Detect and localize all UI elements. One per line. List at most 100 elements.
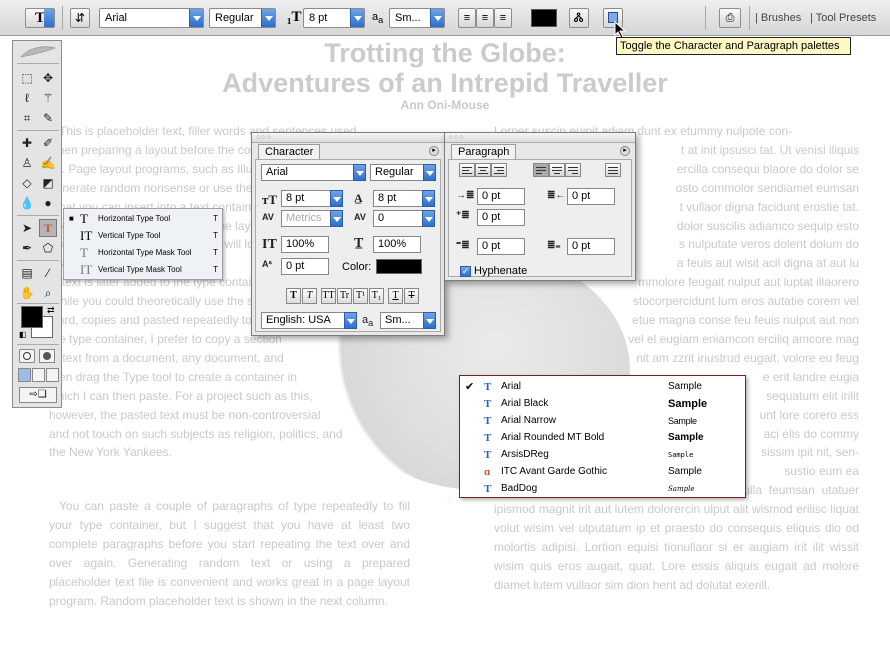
char-font-family-select[interactable]: Arial	[261, 164, 366, 181]
tab-paragraph[interactable]: Paragraph	[451, 144, 517, 159]
window-controls-icon[interactable]: ○○○	[256, 134, 272, 141]
char-leading-select[interactable]: 8 pt	[373, 190, 435, 207]
magic-wand-tool-icon[interactable]: ⚚	[39, 89, 57, 107]
flyout-item[interactable]: ■ T Horizontal Type Tool T	[66, 211, 222, 227]
font-menu-item[interactable]: T BadDog Sample	[460, 481, 745, 498]
text-orientation-toggle[interactable]: ⇵	[70, 8, 90, 28]
warp-text-button[interactable]: Ꮬ	[569, 8, 589, 28]
small-caps-button[interactable]: Tr	[337, 288, 352, 304]
char-tracking-select[interactable]: 0	[373, 210, 435, 227]
flyout-item[interactable]: T Horizontal Type Mask Tool T	[66, 245, 222, 261]
healing-brush-tool-icon[interactable]: ✚	[18, 134, 36, 152]
char-vertical-scale-field[interactable]: 100%	[281, 236, 329, 253]
quick-mask-button[interactable]	[39, 349, 55, 363]
flyout-item[interactable]: IT Vertical Type Tool T	[66, 228, 222, 244]
char-color-swatch[interactable]	[376, 259, 422, 274]
char-antialias-select[interactable]: Sm...	[380, 312, 436, 329]
faux-bold-button[interactable]: T	[286, 288, 301, 304]
history-brush-tool-icon[interactable]: ✍	[39, 154, 57, 172]
notes-tool-icon[interactable]: ▤	[18, 264, 36, 282]
font-menu-item[interactable]: T Arial Rounded MT Bold Sample	[460, 430, 745, 447]
underline-button[interactable]: T	[388, 288, 403, 304]
palette-menu-button[interactable]: ▸	[620, 146, 630, 156]
palette-titlebar[interactable]: ○○○	[252, 133, 444, 143]
body-line: nit am zzrit iriustrud eugait, volore eu…	[636, 350, 859, 365]
pen-tool-icon[interactable]: ✒	[18, 239, 36, 257]
palette-titlebar[interactable]: ○○○	[445, 133, 635, 143]
indent-right-field[interactable]: 0 pt	[567, 188, 615, 205]
marquee-tool-icon[interactable]: ⬚	[18, 69, 36, 87]
justify-last-right-button[interactable]	[565, 163, 581, 177]
window-controls-icon[interactable]: ○○○	[449, 134, 465, 141]
path-selection-tool-icon[interactable]: ➤	[18, 219, 36, 237]
justify-last-center-button[interactable]	[549, 163, 565, 177]
tool-preset-picker[interactable]: T	[25, 8, 55, 28]
justify-last-left-button[interactable]	[533, 163, 549, 177]
char-kerning-select[interactable]: Metrics	[281, 210, 343, 227]
palette-well-tab-tool-presets[interactable]: | Tool Presets	[810, 12, 876, 24]
flyout-item[interactable]: IT Vertical Type Mask Tool T	[66, 262, 222, 278]
align-right-button[interactable]: ≡	[494, 8, 512, 28]
text-color-swatch[interactable]	[531, 9, 557, 27]
eyedropper-tool-icon[interactable]: ⁄	[39, 264, 57, 282]
font-menu-item[interactable]: ✔ T Arial Sample	[460, 379, 745, 396]
eraser-tool-icon[interactable]: ◇	[18, 174, 36, 192]
palette-well-tab-brushes[interactable]: | Brushes	[755, 12, 801, 24]
strikethrough-button[interactable]: T	[404, 288, 419, 304]
para-align-left-button[interactable]	[459, 163, 475, 177]
palette-menu-button[interactable]: ▸	[429, 146, 439, 156]
hyphenate-checkbox[interactable]: ✓	[460, 266, 471, 277]
justify-all-button[interactable]	[605, 163, 621, 177]
hand-tool-icon[interactable]: ✋	[18, 284, 36, 302]
shape-tool-icon[interactable]: ⬠	[39, 239, 57, 257]
font-menu-item[interactable]: T Arial Black Sample	[460, 396, 745, 413]
blur-tool-icon[interactable]: 💧	[18, 194, 36, 212]
dodge-tool-icon[interactable]: ●	[39, 194, 57, 212]
font-menu-item[interactable]: T ArsisDReg Sample	[460, 447, 745, 464]
feather-icon[interactable]	[19, 45, 57, 59]
char-baseline-shift-field[interactable]: 0 pt	[281, 258, 329, 275]
type-tool-icon[interactable]: T	[39, 219, 57, 237]
slice-tool-icon[interactable]: ✎	[39, 109, 57, 127]
font-menu-item[interactable]: ɑ ITC Avant Garde Gothic Sample	[460, 464, 745, 481]
faux-italic-button[interactable]: T	[302, 288, 317, 304]
align-center-button[interactable]: ≡	[476, 8, 494, 28]
space-before-field[interactable]: 0 pt	[477, 238, 525, 255]
screen-mode-standard-button[interactable]	[18, 368, 31, 382]
gradient-tool-icon[interactable]: ◩	[39, 174, 57, 192]
screen-mode-full-menu-button[interactable]	[32, 368, 45, 382]
move-tool-icon[interactable]: ✥	[39, 69, 57, 87]
file-browser-button[interactable]: ⎙	[719, 8, 741, 28]
space-after-field[interactable]: 0 pt	[567, 238, 615, 255]
superscript-button[interactable]: T¹	[353, 288, 368, 304]
jump-to-imageready-button[interactable]: ⇨❑	[19, 387, 57, 403]
lasso-tool-icon[interactable]: ℓ	[18, 89, 36, 107]
subscript-button[interactable]: T₁	[369, 288, 384, 304]
font-family-select[interactable]: Arial	[99, 8, 204, 28]
screen-mode-full-button[interactable]	[46, 368, 59, 382]
foreground-color-swatch[interactable]	[21, 306, 43, 328]
para-align-center-button[interactable]	[475, 163, 491, 177]
clone-stamp-tool-icon[interactable]: ♙	[18, 154, 36, 172]
tab-character[interactable]: Character	[258, 144, 321, 159]
default-colors-icon[interactable]: ◧	[19, 330, 27, 339]
zoom-tool-icon[interactable]: ⌕	[39, 284, 57, 302]
crop-tool-icon[interactable]: ⌗	[18, 109, 36, 127]
indent-first-line-field[interactable]: 0 pt	[477, 209, 525, 226]
language-select[interactable]: English: USA	[261, 312, 357, 329]
para-align-right-button[interactable]	[491, 163, 507, 177]
align-left-button[interactable]: ≡	[458, 8, 476, 28]
swap-colors-icon[interactable]: ⇄	[47, 305, 55, 316]
char-size-select[interactable]: 8 pt	[281, 190, 343, 207]
standard-mode-button[interactable]	[19, 349, 35, 363]
font-size-select[interactable]: 8 pt	[303, 8, 365, 28]
font-menu-item[interactable]: T Arial Narrow Sample	[460, 413, 745, 430]
font-name: Arial	[501, 381, 522, 392]
char-font-style-select[interactable]: Regular	[370, 164, 436, 181]
font-style-select[interactable]: Regular	[209, 8, 276, 28]
indent-left-field[interactable]: 0 pt	[477, 188, 525, 205]
char-horizontal-scale-field[interactable]: 100%	[373, 236, 421, 253]
all-caps-button[interactable]: TT	[321, 288, 336, 304]
antialias-select[interactable]: Sm...	[389, 8, 445, 28]
brush-tool-icon[interactable]: ✐	[39, 134, 57, 152]
